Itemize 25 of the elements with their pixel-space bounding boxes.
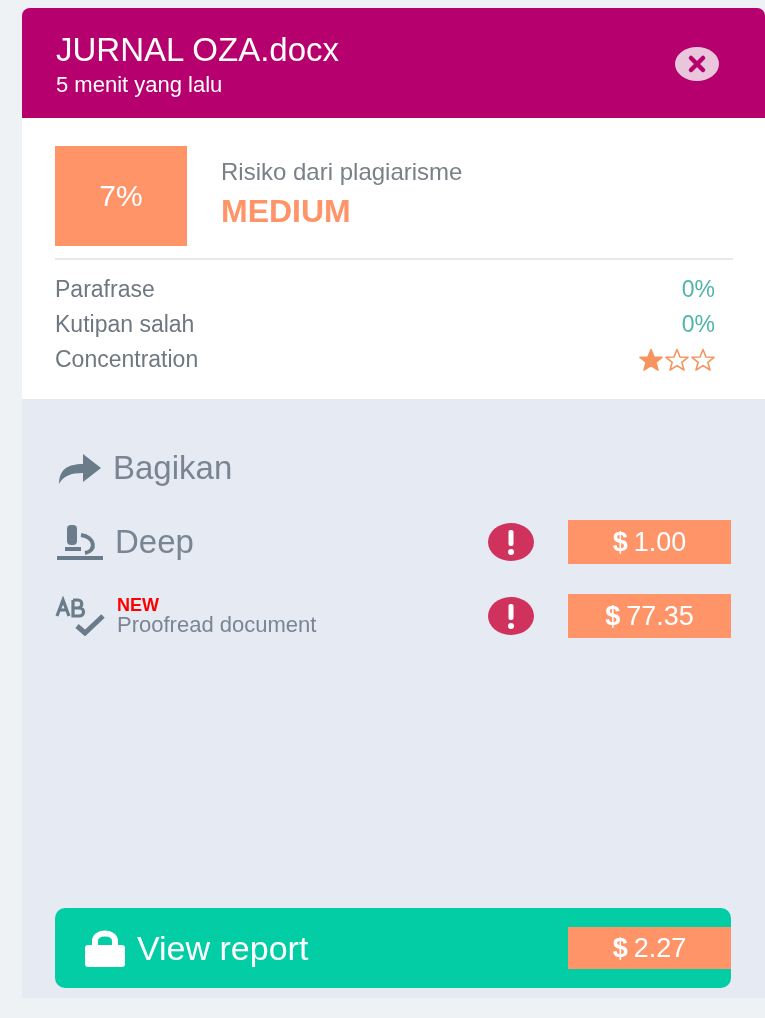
empty-star-icon (691, 347, 715, 372)
metric-value: 0% (681, 276, 715, 303)
close-icon[interactable] (675, 47, 719, 81)
risk-label: Risiko dari plagiarisme (221, 157, 463, 187)
metric-name: Parafrase (55, 276, 155, 303)
price-tag: $ 2.27 (568, 927, 731, 969)
empty-star-icon (665, 347, 689, 372)
price-tag: $ 77.35 (568, 594, 731, 638)
action-label[interactable]: Proofread document (117, 614, 317, 636)
filled-star-icon (639, 347, 663, 372)
metric-name: Concentration (55, 346, 199, 373)
price-tag: $ 1.00 (568, 520, 731, 564)
action-label[interactable]: Deep (115, 523, 194, 561)
document-title: JURNAL OZA.docx (56, 30, 339, 70)
new-label: NEW (117, 596, 160, 614)
spellcheck-icon (55, 596, 107, 636)
lock-icon (83, 929, 127, 967)
microscope-icon (55, 523, 105, 561)
action-label[interactable]: Bagikan (113, 449, 233, 487)
risk-level: MEDIUM (221, 192, 352, 231)
view-report-button[interactable]: View report $ 2.27 (55, 908, 731, 988)
metric-value: 0% (681, 311, 715, 338)
metric-name: Kutipan salah (55, 311, 195, 338)
risk-percentage: 7% (55, 146, 187, 246)
upload-time: 5 menit yang lalu (56, 71, 224, 99)
